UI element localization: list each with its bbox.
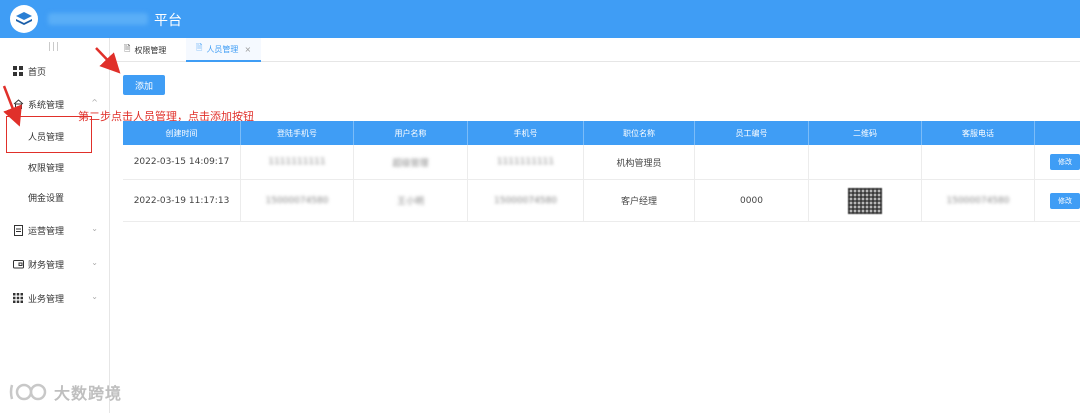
cell-service-phone: [922, 145, 1035, 179]
watermark-text: 大数跨境: [54, 384, 123, 403]
column-header: 客服电话: [922, 121, 1035, 145]
watermark: 大数跨境: [8, 380, 122, 404]
cell-login-phone: 15000074580: [241, 180, 354, 221]
cell-position: 客户经理: [584, 180, 695, 221]
cell-service-phone: 15000074580: [922, 180, 1035, 221]
cell-qrcode: [809, 145, 922, 179]
cell-qrcode: [809, 180, 922, 221]
cell-created: 2022-03-15 14:09:17: [123, 145, 241, 179]
cell-name: 超级管理: [354, 145, 468, 179]
cell-phone: 15000074580: [468, 180, 584, 221]
cell-phone: 1111111111: [468, 145, 584, 179]
column-header: 员工编号: [695, 121, 809, 145]
column-header: 登陆手机号: [241, 121, 354, 145]
table-row: 2022-03-15 14:09:17 1111111111 超级管理 1111…: [123, 145, 1080, 180]
column-header: [1035, 121, 1080, 145]
cell-created: 2022-03-19 11:17:13: [123, 180, 241, 221]
watermark-logo-icon: [9, 383, 47, 401]
cell-position: 机构管理员: [584, 145, 695, 179]
column-header: 二维码: [809, 121, 922, 145]
cell-emp-no: 0000: [695, 180, 809, 221]
annotation-arrow-add: [95, 47, 121, 74]
annotation-arrow-personnel: [2, 85, 22, 127]
cell-login-phone: 1111111111: [241, 145, 354, 179]
column-header: 创建时间: [123, 121, 241, 145]
edit-button[interactable]: 修改: [1050, 154, 1080, 170]
personnel-table: 创建时间 登陆手机号 用户名称 手机号 职位名称 员工编号 二维码 客服电话 2…: [123, 121, 1080, 222]
edit-button[interactable]: 修改: [1050, 192, 1080, 209]
table-header: 创建时间 登陆手机号 用户名称 手机号 职位名称 员工编号 二维码 客服电话: [123, 121, 1080, 145]
cell-emp-no: [695, 145, 809, 179]
cell-name: 王小明: [354, 180, 468, 221]
cell-action: 修改: [1035, 145, 1080, 179]
table-row: 2022-03-19 11:17:13 15000074580 王小明 1500…: [123, 180, 1080, 222]
cell-action: 修改: [1035, 180, 1080, 221]
column-header: 手机号: [468, 121, 584, 145]
column-header: 职位名称: [584, 121, 695, 145]
column-header: 用户名称: [354, 121, 468, 145]
qrcode-image[interactable]: [848, 187, 882, 214]
